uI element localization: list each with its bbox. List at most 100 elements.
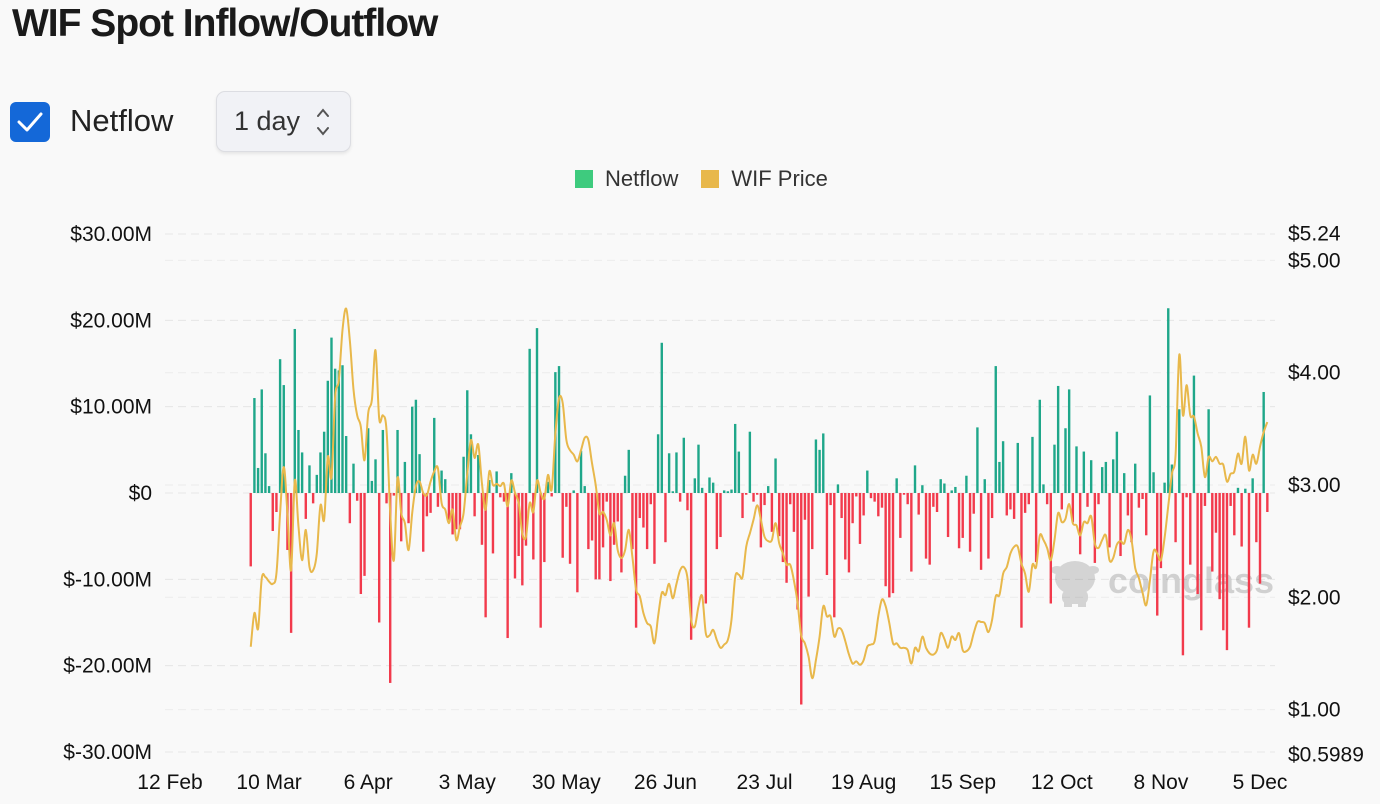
netflow-bar-inflow[interactable] <box>1262 391 1265 493</box>
netflow-bar-outflow[interactable] <box>855 493 858 497</box>
netflow-bar-inflow[interactable] <box>682 437 686 493</box>
netflow-bar-outflow[interactable] <box>833 493 836 618</box>
netflow-bar-inflow[interactable] <box>1178 409 1181 493</box>
netflow-bar-outflow[interactable] <box>348 493 352 524</box>
netflow-bar-outflow[interactable] <box>363 493 366 576</box>
netflow-bar-outflow[interactable] <box>873 493 876 502</box>
netflow-bar-outflow[interactable] <box>803 493 807 520</box>
netflow-bar-outflow[interactable] <box>616 493 619 522</box>
netflow-bar-inflow[interactable] <box>733 423 737 493</box>
netflow-bar-outflow[interactable] <box>1218 493 1221 600</box>
netflow-bar-outflow[interactable] <box>1196 493 1199 595</box>
netflow-bar-inflow[interactable] <box>697 444 700 493</box>
netflow-bar-outflow[interactable] <box>1181 493 1185 656</box>
netflow-bar-outflow[interactable] <box>1189 493 1192 565</box>
netflow-bar-outflow[interactable] <box>972 493 975 514</box>
netflow-bar-inflow[interactable] <box>939 479 942 493</box>
netflow-bar-outflow[interactable] <box>601 493 605 548</box>
netflow-bar-outflow[interactable] <box>1060 493 1064 510</box>
netflow-bar-outflow[interactable] <box>880 493 884 508</box>
netflow-bar-inflow[interactable] <box>1123 473 1126 493</box>
netflow-bar-outflow[interactable] <box>877 493 880 517</box>
netflow-bar-outflow[interactable] <box>851 493 854 524</box>
netflow-bar-outflow[interactable] <box>847 493 851 573</box>
netflow-bar-inflow[interactable] <box>1082 451 1086 493</box>
netflow-bar-outflow[interactable] <box>990 493 994 519</box>
netflow-bar-outflow[interactable] <box>1145 493 1148 536</box>
netflow-bar-inflow[interactable] <box>656 434 660 493</box>
netflow-bar-inflow[interactable] <box>444 479 447 493</box>
netflow-bar-inflow[interactable] <box>1056 385 1060 493</box>
netflow-bar-outflow[interactable] <box>568 493 572 564</box>
netflow-bar-inflow[interactable] <box>1251 478 1254 493</box>
netflow-bar-inflow[interactable] <box>737 451 741 493</box>
netflow-bar-inflow[interactable] <box>623 475 627 493</box>
netflow-bar-inflow[interactable] <box>352 463 355 493</box>
netflow-bar-inflow[interactable] <box>572 490 575 493</box>
netflow-bar-inflow[interactable] <box>1134 463 1137 493</box>
netflow-bar-outflow[interactable] <box>1126 493 1130 516</box>
netflow-bar-outflow[interactable] <box>1108 493 1111 548</box>
netflow-bar-outflow[interactable] <box>473 493 476 517</box>
netflow-bar-outflow[interactable] <box>561 493 564 558</box>
netflow-bar-outflow[interactable] <box>1240 493 1243 547</box>
netflow-bar-inflow[interactable] <box>418 454 421 493</box>
netflow-bar-inflow[interactable] <box>528 348 531 493</box>
netflow-bar-outflow[interactable] <box>407 493 410 524</box>
netflow-bar-outflow[interactable] <box>1229 493 1232 506</box>
netflow-bar-outflow[interactable] <box>778 493 781 537</box>
netflow-bar-outflow[interactable] <box>587 493 590 550</box>
netflow-bar-inflow[interactable] <box>1100 467 1104 493</box>
netflow-bar-outflow[interactable] <box>910 493 913 572</box>
netflow-bar-outflow[interactable] <box>1005 493 1008 516</box>
netflow-bar-inflow[interactable] <box>278 359 282 493</box>
netflow-bar-outflow[interactable] <box>899 493 902 538</box>
netflow-bar-outflow[interactable] <box>649 493 652 505</box>
netflow-bar-inflow[interactable] <box>722 490 726 493</box>
netflow-bar-inflow[interactable] <box>315 474 319 493</box>
netflow-bar-inflow[interactable] <box>579 450 583 493</box>
netflow-bar-outflow[interactable] <box>620 493 623 573</box>
netflow-bar-outflow[interactable] <box>1214 493 1218 533</box>
netflow-bar-inflow[interactable] <box>1067 389 1071 493</box>
netflow-bar-outflow[interactable] <box>385 493 388 504</box>
netflow-bar-inflow[interactable] <box>1001 441 1005 493</box>
netflow-bar-inflow[interactable] <box>1038 399 1041 493</box>
netflow-bar-inflow[interactable] <box>1111 459 1115 493</box>
netflow-bar-inflow[interactable] <box>1104 461 1108 493</box>
netflow-bar-outflow[interactable] <box>1233 493 1236 536</box>
netflow-bar-outflow[interactable] <box>807 493 810 597</box>
netflow-bar-inflow[interactable] <box>667 453 671 493</box>
netflow-bar-inflow[interactable] <box>1075 446 1078 493</box>
netflow-bar-outflow[interactable] <box>928 493 931 565</box>
netflow-bar-inflow[interactable] <box>921 485 924 493</box>
netflow-bar-inflow[interactable] <box>1152 472 1155 493</box>
netflow-bar-inflow[interactable] <box>381 429 385 493</box>
netflow-bar-outflow[interactable] <box>987 493 990 559</box>
netflow-bar-outflow[interactable] <box>1009 493 1012 510</box>
netflow-bar-outflow[interactable] <box>422 493 425 552</box>
netflow-bar-outflow[interactable] <box>869 493 873 499</box>
netflow-bar-outflow[interactable] <box>1023 493 1027 513</box>
netflow-bar-inflow[interactable] <box>950 490 953 493</box>
netflow-bar-outflow[interactable] <box>957 493 961 549</box>
netflow-bar-outflow[interactable] <box>686 493 689 511</box>
netflow-bar-outflow[interactable] <box>1266 493 1269 512</box>
netflow-bar-outflow[interactable] <box>932 493 935 507</box>
netflow-bar-inflow[interactable] <box>411 406 414 493</box>
netflow-bar-inflow[interactable] <box>822 433 825 493</box>
netflow-bar-inflow[interactable] <box>818 449 821 493</box>
netflow-bar-inflow[interactable] <box>1031 436 1034 493</box>
netflow-bar-inflow[interactable] <box>403 461 407 493</box>
netflow-bar-outflow[interactable] <box>924 493 928 559</box>
netflow-bar-inflow[interactable] <box>730 489 733 493</box>
netflow-bar-inflow[interactable] <box>308 465 311 493</box>
netflow-bar-outflow[interactable] <box>763 493 766 506</box>
netflow-bar-outflow[interactable] <box>752 493 755 502</box>
netflow-bar-outflow[interactable] <box>961 493 964 538</box>
netflow-bar-outflow[interactable] <box>543 493 546 563</box>
netflow-bar-outflow[interactable] <box>825 493 829 576</box>
netflow-bar-outflow[interactable] <box>377 493 381 623</box>
netflow-bar-outflow[interactable] <box>311 493 315 504</box>
netflow-bar-outflow[interactable] <box>576 493 579 593</box>
